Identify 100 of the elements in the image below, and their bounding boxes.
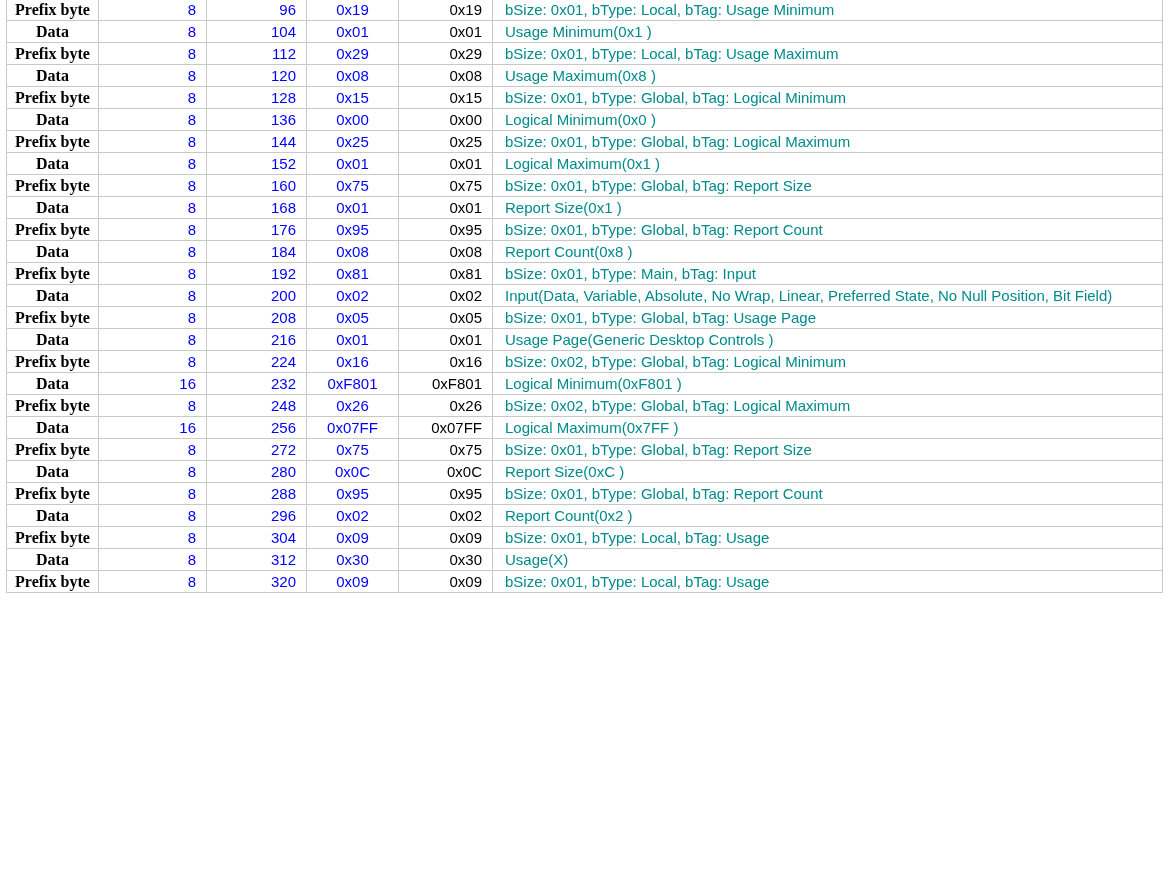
raw-value-cell: 0x16: [306, 350, 399, 373]
bit-offset-cell: 160: [206, 174, 307, 197]
bit-size-cell: 8: [98, 130, 207, 153]
hex-value-cell: 0x05: [398, 306, 493, 329]
bit-offset-cell: 184: [206, 240, 307, 263]
bit-offset-cell: 312: [206, 548, 307, 571]
item-type-cell: Prefix byte: [6, 218, 99, 241]
bit-offset-cell: 320: [206, 570, 307, 593]
raw-value-cell: 0x95: [306, 482, 399, 505]
bit-size-cell: 8: [98, 20, 207, 43]
raw-value-cell: 0x08: [306, 64, 399, 87]
hex-value-cell: 0x75: [398, 174, 493, 197]
description-cell: bSize: 0x01, bType: Main, bTag: Input: [492, 262, 1163, 285]
item-type-cell: Data: [6, 240, 99, 263]
hex-value-cell: 0x0C: [398, 460, 493, 483]
bit-size-cell: 8: [98, 548, 207, 571]
bit-size-cell: 16: [98, 416, 207, 439]
raw-value-cell: 0x01: [306, 152, 399, 175]
bit-size-cell: 8: [98, 218, 207, 241]
hex-value-cell: 0x75: [398, 438, 493, 461]
bit-size-cell: 8: [98, 0, 207, 21]
hex-value-cell: 0x26: [398, 394, 493, 417]
item-type-cell: Data: [6, 372, 99, 395]
description-cell: bSize: 0x01, bType: Global, bTag: Report Size: [492, 438, 1163, 461]
bit-offset-cell: 248: [206, 394, 307, 417]
bit-size-cell: 8: [98, 284, 207, 307]
bit-size-cell: 8: [98, 64, 207, 87]
description-cell: bSize: 0x01, bType: Local, bTag: Usage: [492, 526, 1163, 549]
bit-size-cell: 8: [98, 240, 207, 263]
raw-value-cell: 0x0C: [306, 460, 399, 483]
bit-size-cell: 8: [98, 42, 207, 65]
bit-size-cell: 8: [98, 328, 207, 351]
bit-offset-cell: 288: [206, 482, 307, 505]
description-cell: Logical Minimum(0xF801 ): [492, 372, 1163, 395]
bit-offset-cell: 152: [206, 152, 307, 175]
hex-value-cell: 0x29: [398, 42, 493, 65]
bit-offset-cell: 136: [206, 108, 307, 131]
raw-value-cell: 0x30: [306, 548, 399, 571]
hex-value-cell: 0xF801: [398, 372, 493, 395]
description-cell: bSize: 0x01, bType: Local, bTag: Usage Minimum: [492, 0, 1163, 21]
item-type-cell: Prefix byte: [6, 306, 99, 329]
item-type-cell: Prefix byte: [6, 262, 99, 285]
raw-value-cell: 0x75: [306, 438, 399, 461]
item-type-cell: Prefix byte: [6, 438, 99, 461]
bit-offset-cell: 120: [206, 64, 307, 87]
raw-value-cell: 0x09: [306, 526, 399, 549]
item-type-cell: Prefix byte: [6, 0, 99, 21]
bit-offset-cell: 296: [206, 504, 307, 527]
item-type-cell: Data: [6, 64, 99, 87]
description-cell: Logical Minimum(0x0 ): [492, 108, 1163, 131]
bit-size-cell: 8: [98, 504, 207, 527]
raw-value-cell: 0xF801: [306, 372, 399, 395]
item-type-cell: Data: [6, 504, 99, 527]
item-type-cell: Data: [6, 152, 99, 175]
raw-value-cell: 0x01: [306, 328, 399, 351]
description-cell: Report Count(0x8 ): [492, 240, 1163, 263]
raw-value-cell: 0x81: [306, 262, 399, 285]
description-cell: bSize: 0x01, bType: Global, bTag: Report Count: [492, 218, 1163, 241]
bit-size-cell: 8: [98, 196, 207, 219]
description-cell: Report Size(0xC ): [492, 460, 1163, 483]
item-type-cell: Prefix byte: [6, 42, 99, 65]
bit-size-cell: 8: [98, 108, 207, 131]
description-cell: bSize: 0x02, bType: Global, bTag: Logical Maximum: [492, 394, 1163, 417]
hex-value-cell: 0x95: [398, 482, 493, 505]
bit-size-cell: 8: [98, 460, 207, 483]
description-cell: bSize: 0x01, bType: Global, bTag: Logical Minimum: [492, 86, 1163, 109]
bit-offset-cell: 304: [206, 526, 307, 549]
bit-offset-cell: 192: [206, 262, 307, 285]
bit-offset-cell: 224: [206, 350, 307, 373]
raw-value-cell: 0x09: [306, 570, 399, 593]
hex-value-cell: 0x95: [398, 218, 493, 241]
item-type-cell: Prefix byte: [6, 174, 99, 197]
hex-value-cell: 0x01: [398, 20, 493, 43]
description-cell: bSize: 0x01, bType: Global, bTag: Report Count: [492, 482, 1163, 505]
item-type-cell: Data: [6, 196, 99, 219]
raw-value-cell: 0x15: [306, 86, 399, 109]
bit-offset-cell: 144: [206, 130, 307, 153]
raw-value-cell: 0x01: [306, 196, 399, 219]
item-type-cell: Prefix byte: [6, 130, 99, 153]
bit-size-cell: 8: [98, 438, 207, 461]
bit-offset-cell: 200: [206, 284, 307, 307]
hex-value-cell: 0x01: [398, 152, 493, 175]
description-cell: bSize: 0x01, bType: Local, bTag: Usage: [492, 570, 1163, 593]
bit-offset-cell: 272: [206, 438, 307, 461]
hex-value-cell: 0x09: [398, 570, 493, 593]
description-cell: Input(Data, Variable, Absolute, No Wrap, Linear, Preferred State, No Null Position, Bit Field): [492, 284, 1163, 307]
item-type-cell: Data: [6, 416, 99, 439]
item-type-cell: Prefix byte: [6, 350, 99, 373]
bit-offset-cell: 208: [206, 306, 307, 329]
hex-value-cell: 0x08: [398, 240, 493, 263]
description-cell: bSize: 0x02, bType: Global, bTag: Logical Minimum: [492, 350, 1163, 373]
item-type-cell: Prefix byte: [6, 86, 99, 109]
bit-size-cell: 8: [98, 306, 207, 329]
hex-value-cell: 0x30: [398, 548, 493, 571]
bit-offset-cell: 216: [206, 328, 307, 351]
item-type-cell: Data: [6, 328, 99, 351]
bit-size-cell: 8: [98, 394, 207, 417]
bit-offset-cell: 104: [206, 20, 307, 43]
bit-size-cell: 8: [98, 350, 207, 373]
item-type-cell: Prefix byte: [6, 526, 99, 549]
